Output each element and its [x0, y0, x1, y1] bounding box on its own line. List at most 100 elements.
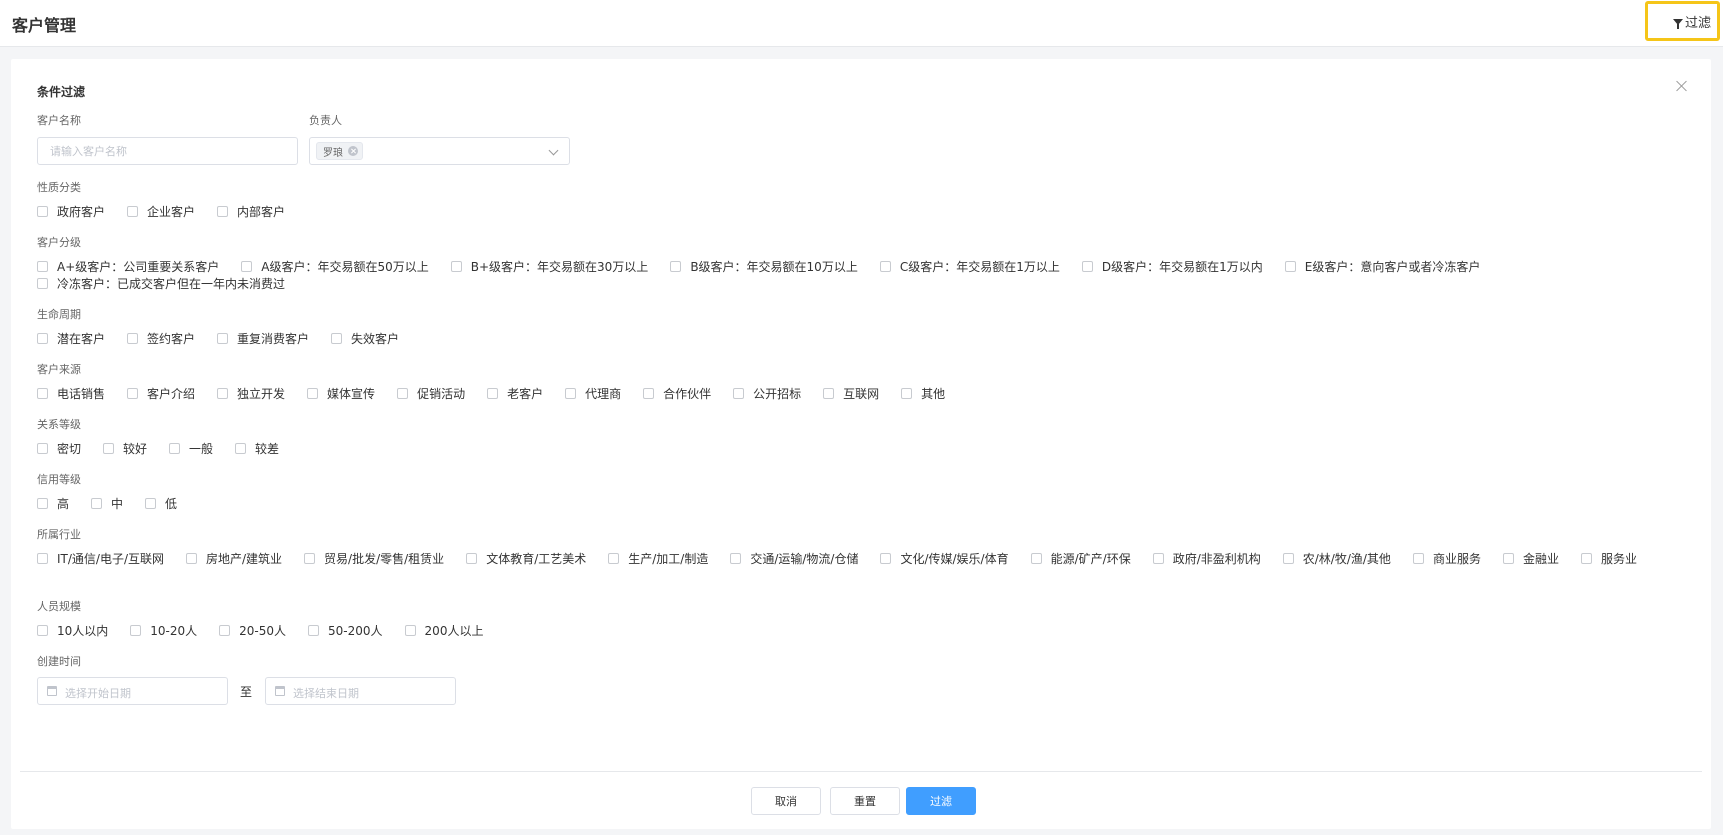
customer-name-input[interactable]: [37, 137, 298, 165]
checkbox[interactable]: [235, 443, 247, 454]
checkbox[interactable]: [565, 388, 577, 399]
lifecycle-option[interactable]: 签约客户: [127, 332, 195, 346]
checkbox[interactable]: [823, 388, 835, 399]
checkbox[interactable]: [37, 553, 48, 564]
industry-option[interactable]: 政府/非盈利机构: [1152, 552, 1261, 566]
checkbox[interactable]: [879, 261, 891, 272]
level-option[interactable]: E级客户：意向客户或者冷冻客户: [1284, 260, 1480, 274]
checkbox[interactable]: [217, 388, 229, 399]
checkbox[interactable]: [219, 625, 231, 636]
checkbox[interactable]: [127, 206, 139, 217]
checkbox[interactable]: [608, 553, 620, 564]
industry-option[interactable]: 交通/运输/物流/仓储: [730, 552, 858, 566]
owner-select[interactable]: 罗琅: [309, 137, 570, 165]
industry-option[interactable]: 商业服务: [1412, 552, 1481, 566]
checkbox[interactable]: [186, 553, 197, 564]
source-option[interactable]: 互联网: [823, 387, 879, 401]
checkbox[interactable]: [37, 261, 48, 272]
filter-toggle-button[interactable]: 过滤: [1645, 1, 1720, 41]
checkbox[interactable]: [130, 625, 142, 636]
cancel-button[interactable]: 取消: [751, 787, 821, 815]
relation-option[interactable]: 较差: [235, 442, 279, 456]
industry-option[interactable]: 农/林/牧/渔/其他: [1282, 552, 1391, 566]
level-option[interactable]: B级客户：年交易额在10万以上: [670, 260, 858, 274]
lifecycle-option[interactable]: 潜在客户: [37, 332, 105, 346]
checkbox[interactable]: [145, 498, 157, 509]
checkbox[interactable]: [241, 261, 253, 272]
source-option[interactable]: 促销活动: [397, 387, 465, 401]
checkbox[interactable]: [404, 625, 416, 636]
staff-option[interactable]: 50-200人: [308, 624, 383, 638]
checkbox[interactable]: [1580, 553, 1592, 564]
checkbox[interactable]: [37, 206, 48, 217]
checkbox[interactable]: [37, 625, 48, 636]
nature-option[interactable]: 企业客户: [127, 205, 195, 219]
checkbox[interactable]: [307, 388, 319, 399]
relation-option[interactable]: 较好: [103, 442, 147, 456]
relation-option[interactable]: 密切: [37, 442, 81, 456]
start-date-input[interactable]: 选择开始日期: [37, 677, 228, 705]
checkbox[interactable]: [308, 625, 320, 636]
checkbox[interactable]: [1502, 553, 1514, 564]
source-option[interactable]: 媒体宣传: [307, 387, 375, 401]
staff-option[interactable]: 10人以内: [37, 624, 108, 638]
checkbox[interactable]: [487, 388, 499, 399]
checkbox[interactable]: [127, 333, 139, 344]
source-option[interactable]: 代理商: [565, 387, 621, 401]
level-option[interactable]: A级客户：年交易额在50万以上: [241, 260, 429, 274]
industry-option[interactable]: 文化/传媒/娱乐/体育: [880, 552, 1009, 566]
checkbox[interactable]: [901, 388, 913, 399]
checkbox[interactable]: [37, 498, 48, 509]
checkbox[interactable]: [103, 443, 115, 454]
checkbox[interactable]: [127, 388, 139, 399]
checkbox[interactable]: [169, 443, 181, 454]
source-option[interactable]: 公开招标: [733, 387, 801, 401]
industry-option[interactable]: 生产/加工/制造: [608, 552, 708, 566]
staff-option[interactable]: 20-50人: [219, 624, 286, 638]
checkbox[interactable]: [1152, 553, 1164, 564]
checkbox[interactable]: [1030, 553, 1042, 564]
checkbox[interactable]: [670, 261, 682, 272]
industry-option[interactable]: 贸易/批发/零售/租赁业: [304, 552, 444, 566]
checkbox[interactable]: [733, 388, 745, 399]
staff-option[interactable]: 10-20人: [130, 624, 197, 638]
source-option[interactable]: 客户介绍: [127, 387, 195, 401]
checkbox[interactable]: [37, 278, 48, 289]
checkbox[interactable]: [397, 388, 409, 399]
checkbox[interactable]: [880, 553, 892, 564]
industry-option[interactable]: 金融业: [1502, 552, 1559, 566]
nature-option[interactable]: 政府客户: [37, 205, 105, 219]
level-option[interactable]: B+级客户：年交易额在30万以上: [450, 260, 648, 274]
source-option[interactable]: 独立开发: [217, 387, 285, 401]
lifecycle-option[interactable]: 失效客户: [331, 332, 399, 346]
close-icon[interactable]: [1676, 80, 1688, 92]
relation-option[interactable]: 一般: [169, 442, 213, 456]
industry-option[interactable]: 能源/矿产/环保: [1030, 552, 1131, 566]
checkbox[interactable]: [730, 553, 742, 564]
checkbox[interactable]: [466, 553, 478, 564]
checkbox[interactable]: [1412, 553, 1424, 564]
checkbox[interactable]: [1081, 261, 1093, 272]
source-option[interactable]: 合作伙伴: [643, 387, 711, 401]
source-option[interactable]: 老客户: [487, 387, 543, 401]
staff-option[interactable]: 200人以上: [404, 624, 483, 638]
credit-option[interactable]: 中: [91, 497, 123, 511]
credit-option[interactable]: 低: [145, 497, 177, 511]
credit-option[interactable]: 高: [37, 497, 69, 511]
checkbox[interactable]: [91, 498, 103, 509]
level-option[interactable]: C级客户：年交易额在1万以上: [879, 260, 1060, 274]
checkbox[interactable]: [450, 261, 462, 272]
checkbox[interactable]: [37, 333, 48, 344]
checkbox[interactable]: [304, 553, 316, 564]
nature-option[interactable]: 内部客户: [217, 205, 285, 219]
checkbox[interactable]: [1282, 553, 1294, 564]
tag-close-icon[interactable]: [348, 146, 358, 156]
checkbox[interactable]: [37, 443, 48, 454]
source-option[interactable]: 其他: [901, 387, 945, 401]
checkbox[interactable]: [217, 333, 229, 344]
level-option[interactable]: 冷冻客户：已成交客户但在一年内未消费过: [37, 277, 285, 291]
checkbox[interactable]: [643, 388, 655, 399]
checkbox[interactable]: [37, 388, 48, 399]
source-option[interactable]: 电话销售: [37, 387, 105, 401]
industry-option[interactable]: 房地产/建筑业: [186, 552, 282, 566]
